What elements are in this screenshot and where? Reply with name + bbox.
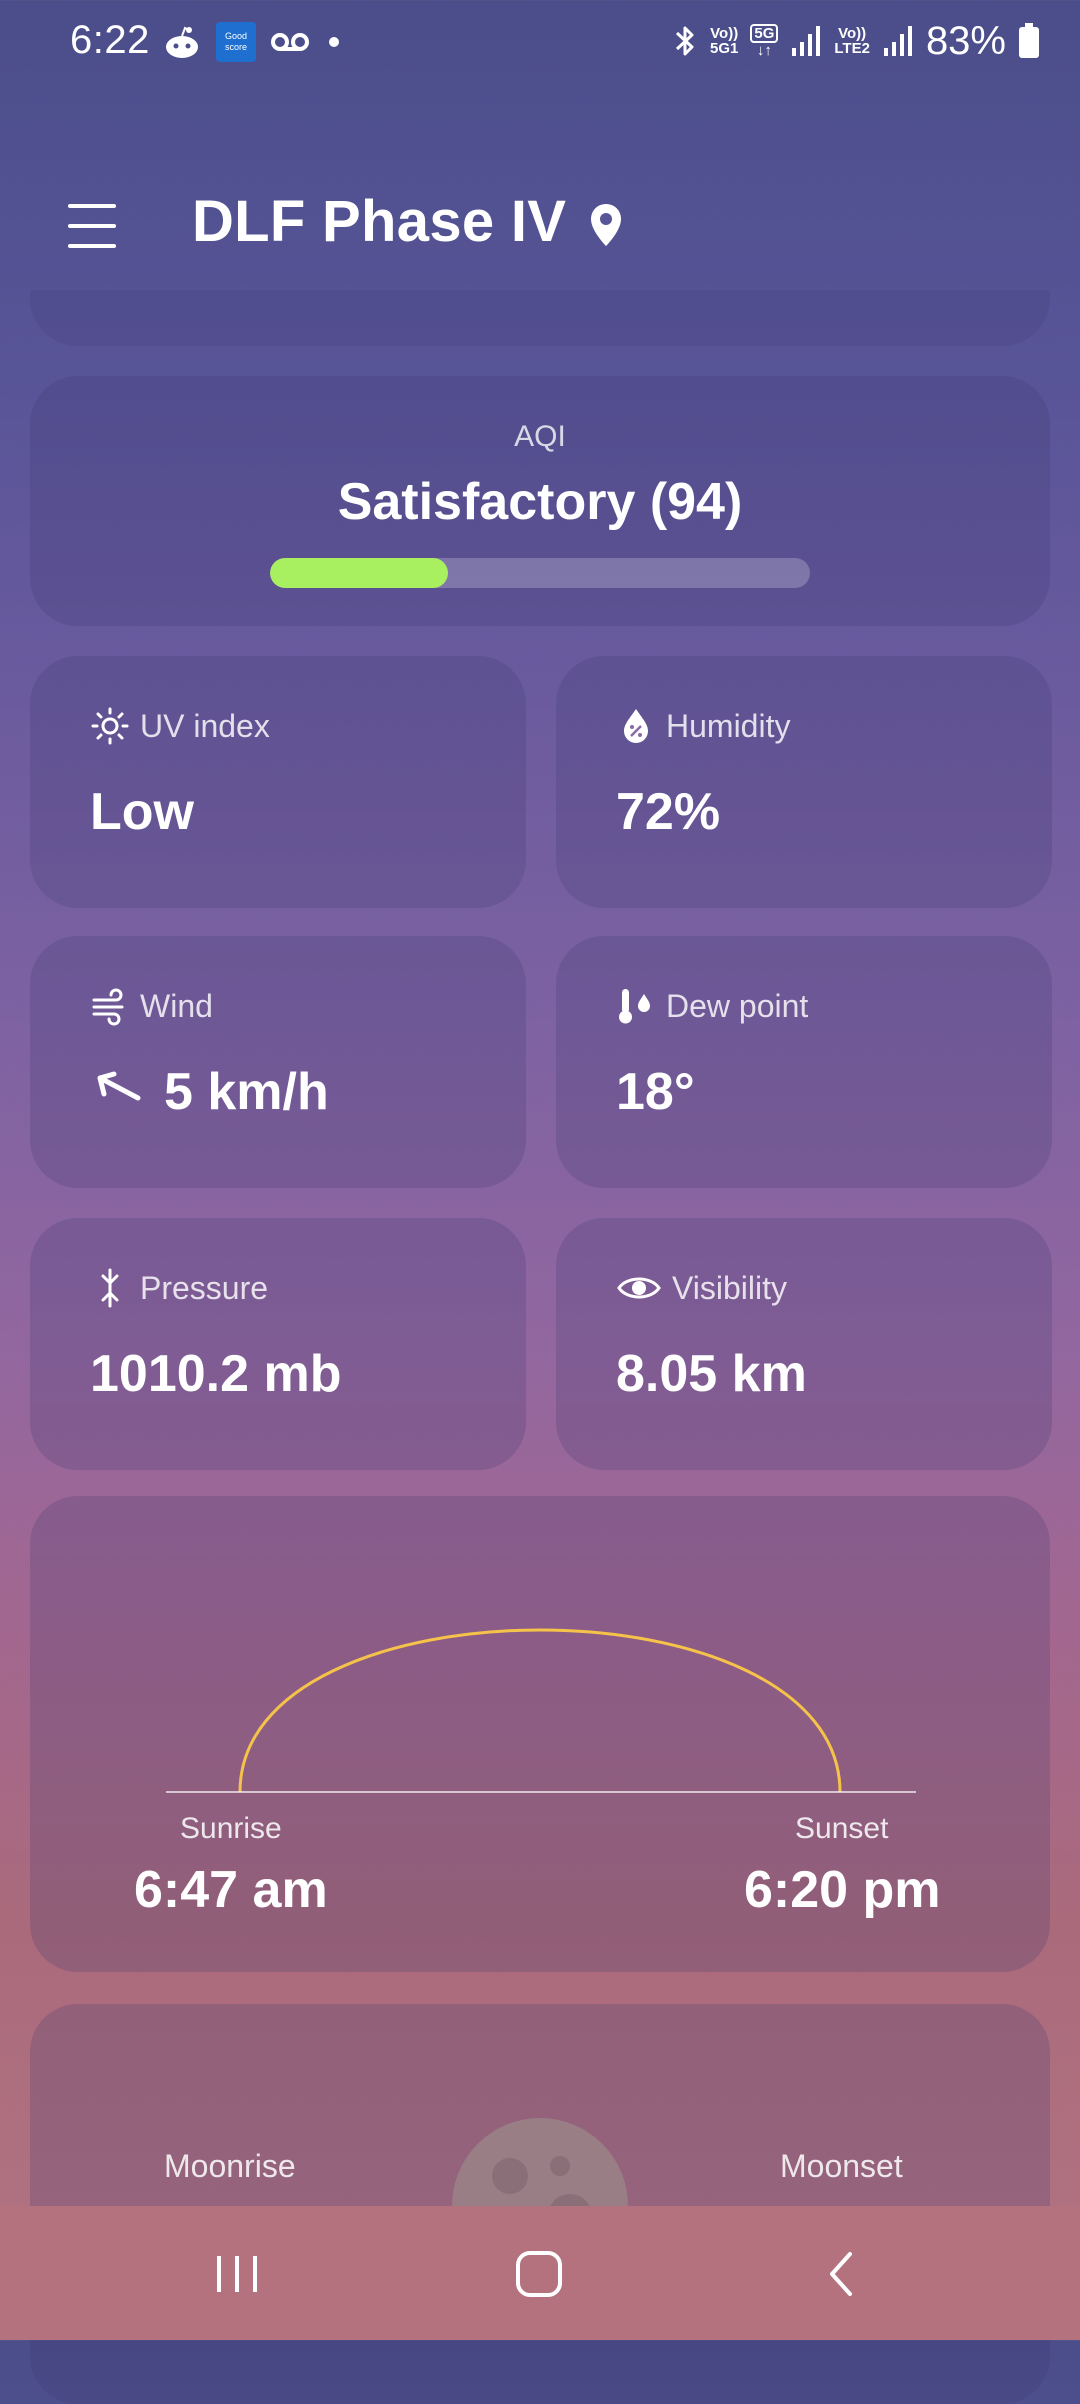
sunrise-label: Sunrise [180, 1812, 282, 1845]
status-bar: 6:22 Good score Vo)) 5G1 5G ↓↑ Vo)) LTE2… [0, 0, 1080, 84]
uv-index-tile[interactable]: UV index Low [30, 656, 526, 908]
volte-lte-icon: Vo)) LTE2 [834, 25, 870, 57]
eye-icon [617, 1277, 661, 1299]
dew-point-tile[interactable]: Dew point 18° [556, 936, 1052, 1188]
pressure-label: Pressure [140, 1269, 269, 1306]
wind-icon [92, 988, 124, 1026]
wind-label: Wind [140, 987, 213, 1024]
wind-tile[interactable]: Wind 5 km/h [30, 936, 526, 1188]
battery-icon [1019, 23, 1039, 58]
pressure-value: 1010.2 mb [90, 1345, 342, 1403]
pressure-tile[interactable]: Pressure 1010.2 mb [30, 1218, 526, 1470]
visibility-value: 8.05 km [616, 1345, 807, 1403]
hamburger-icon[interactable] [68, 204, 120, 248]
moon-card[interactable]: Moonrise Moonset [30, 2004, 1050, 2404]
recents-icon[interactable] [202, 2242, 272, 2306]
moonset-label: Moonset [780, 2148, 903, 2184]
aqi-progress-fill [270, 558, 449, 588]
app-bar: DLF Phase IV [0, 160, 1080, 290]
previous-card-edge [30, 290, 1050, 346]
wind-direction-arrow-icon [97, 1071, 141, 1101]
aqi-value: Satisfactory (94) [337, 473, 743, 531]
sun-path-arc [238, 1628, 842, 1793]
voicemail-icon [271, 33, 309, 51]
pin-icon[interactable] [588, 202, 624, 250]
aqi-card[interactable]: AQI Satisfactory (94) [30, 376, 1050, 626]
svg-text:score: score [225, 42, 247, 52]
battery-percent: 83% [925, 18, 1006, 63]
notification-icons: Good score [162, 20, 344, 64]
5g-data-icon: 5G ↓↑ [750, 24, 779, 58]
sunrise-time: 6:47 am [134, 1861, 328, 1919]
visibility-tile[interactable]: Visibility 8.05 km [556, 1218, 1052, 1470]
location-title[interactable]: DLF Phase IV [192, 188, 566, 255]
sunset-label: Sunset [795, 1812, 889, 1845]
bluetooth-icon [675, 26, 694, 56]
dot-icon [329, 37, 339, 47]
back-icon[interactable] [806, 2242, 876, 2306]
aqi-label: AQI [514, 420, 566, 453]
reddit-icon [166, 26, 198, 58]
humidity-tile[interactable]: Humidity 72% [556, 656, 1052, 908]
sun-card[interactable]: Sunrise 6:47 am Sunset 6:20 pm [30, 1496, 1050, 1972]
system-nav-bar [0, 2206, 1080, 2340]
droplet-icon [624, 709, 648, 743]
home-icon[interactable] [504, 2242, 574, 2306]
goodscore-app-icon: Good score [216, 22, 256, 62]
system-icons: Vo)) 5G1 5G ↓↑ Vo)) LTE2 83% [672, 18, 1040, 64]
moonrise-label: Moonrise [164, 2148, 296, 2184]
svg-text:Good: Good [225, 31, 247, 41]
signal-icon [792, 26, 821, 56]
dew-point-label: Dew point [666, 987, 809, 1024]
humidity-label: Humidity [666, 707, 791, 744]
pressure-icon [101, 1268, 119, 1308]
humidity-value: 72% [616, 783, 721, 841]
visibility-label: Visibility [672, 1269, 787, 1306]
sun-icon [91, 707, 129, 745]
volte-icon: Vo)) 5G1 [710, 25, 739, 57]
sunset-time: 6:20 pm [744, 1861, 941, 1919]
aqi-progress-bar [270, 558, 810, 588]
thermometer-drop-icon [619, 989, 650, 1024]
dew-point-value: 18° [616, 1063, 695, 1121]
uv-index-value: Low [90, 783, 194, 841]
wind-value: 5 km/h [164, 1063, 329, 1121]
signal-icon [883, 26, 912, 56]
status-time: 6:22 [70, 18, 150, 62]
uv-index-label: UV index [140, 707, 270, 744]
